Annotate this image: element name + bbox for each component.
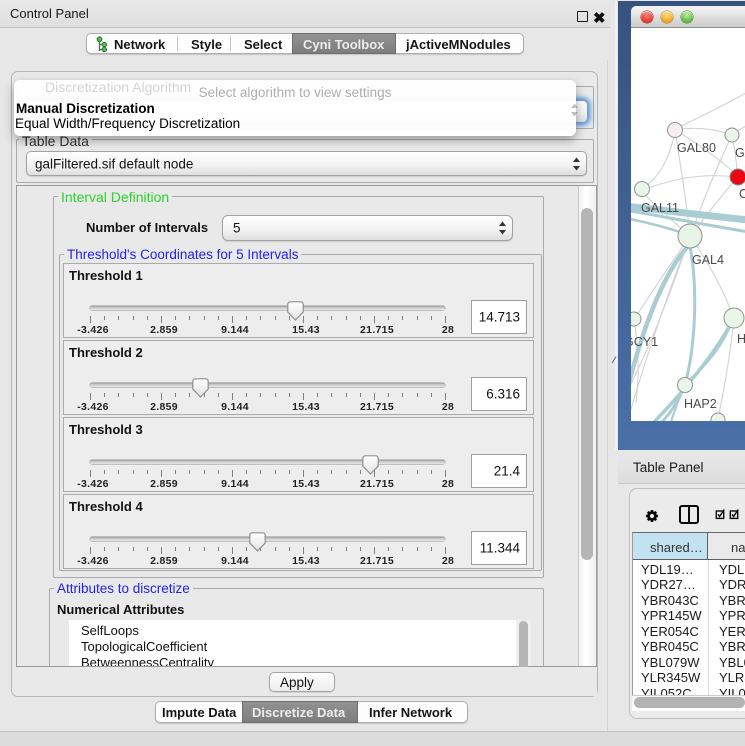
svg-text:H: H bbox=[737, 332, 745, 346]
svg-text:HAP2: HAP2 bbox=[684, 397, 717, 411]
svg-text:GAL80: GAL80 bbox=[677, 141, 716, 155]
svg-text:C: C bbox=[739, 187, 745, 201]
svg-text:GAL4: GAL4 bbox=[692, 253, 724, 267]
svg-text:GAL11: GAL11 bbox=[641, 201, 679, 215]
svg-text:GCY1: GCY1 bbox=[631, 335, 658, 349]
svg-text:GA: GA bbox=[735, 146, 745, 160]
